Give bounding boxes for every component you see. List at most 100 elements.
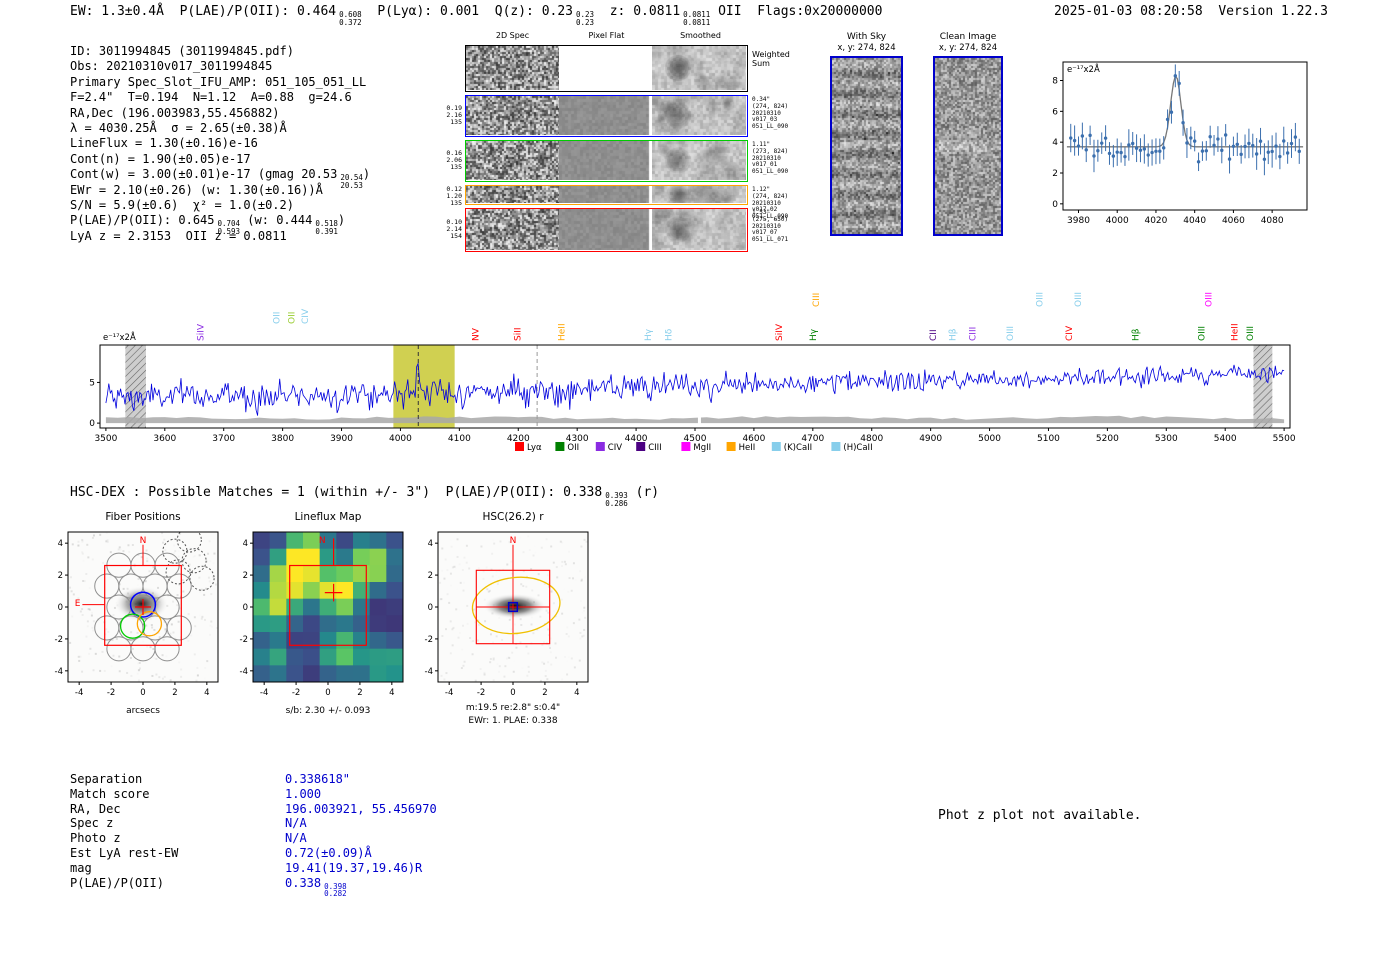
legend-label: (K)CaII [784, 443, 812, 453]
clean-image [935, 58, 1001, 234]
emission-line-label: SiIV [197, 323, 207, 341]
match-field-label: RA, Dec [70, 801, 121, 816]
svg-text:2: 2 [1052, 169, 1058, 179]
spec2d-row-right-labels: 0.34" (274, 824) 20210310 v017_03 051_LL_090 [752, 96, 789, 131]
main-y-axis-ticks: 05 [89, 378, 100, 429]
emission-line-label: NV [471, 327, 481, 341]
svg-text:4: 4 [428, 539, 433, 549]
svg-text:0: 0 [243, 603, 248, 613]
plot-x-ticks: -4 -2 0 2 4 [260, 682, 395, 698]
stacked-confidence-interval: 0.23 0.23 [576, 10, 595, 27]
match-field-value: 1.000 [285, 786, 322, 801]
withsky-coords: x, y: 274, 824 [837, 43, 896, 53]
svg-text:3800: 3800 [271, 434, 294, 444]
emission-line-label: OII [288, 312, 298, 324]
svg-text:4000: 4000 [1106, 216, 1129, 226]
fiber-xlabel: arcsecs [126, 706, 160, 716]
info-line: Cont(n) = 1.90(±0.05)e-17 [70, 151, 251, 166]
inset-spectrum-chart: 3980 4000 4020 4040 4060 4080 0 2 4 6 8 e⁻¹⁷x2Å [1052, 61, 1308, 226]
pixelflat-image [559, 186, 652, 203]
info-line: RA,Dec (196.003983,55.456882) [70, 105, 280, 120]
match-row: P(LAE)/P(OII) 0.338 0.398 0.282 [70, 876, 437, 898]
match-row: Photo z N/A [70, 831, 437, 846]
svg-text:3900: 3900 [330, 434, 353, 444]
plot-y-ticks: -4 -2 0 2 4 [425, 539, 438, 677]
main-spectrum-chart: 3500 3600 3700 3800 3900 4000 4100 4200 4300 4400… [89, 292, 1296, 453]
svg-text:5400: 5400 [1214, 434, 1237, 444]
galaxy-image-blob [482, 593, 547, 620]
withsky-title: With Sky [846, 32, 887, 42]
fiber-positions-plot: N E -4 -2 0 2 4 -4 -2 0 2 4 [55, 531, 219, 698]
spec2d-image [466, 209, 559, 250]
svg-text:8: 8 [1052, 77, 1058, 87]
svg-text:5300: 5300 [1155, 434, 1178, 444]
legend-label: (H)CaII [843, 443, 872, 453]
match-field-label: mag [70, 860, 92, 875]
svg-text:2: 2 [542, 688, 547, 698]
svg-text:4100: 4100 [448, 434, 471, 444]
north-label: N [140, 536, 147, 546]
emission-line-label: OII [273, 312, 283, 324]
east-label: E [75, 599, 81, 609]
fiber-plot-title: Fiber Positions [105, 511, 181, 523]
spec2d-title-2dspec: 2D Spec [495, 31, 530, 40]
svg-text:0: 0 [325, 688, 330, 698]
info-line: P(LAE)/P(OII): 0.645 0.704 0.593 (w: 0.444… [70, 213, 346, 237]
pixelflat-image [559, 96, 652, 135]
svg-text:-4: -4 [55, 667, 63, 677]
inset-units-label: e⁻¹⁷x2Å [1067, 63, 1100, 75]
smoothed-image [652, 209, 746, 250]
hscdex-summary-line: HSC-DEX : Possible Matches = 1 (within +… [70, 485, 660, 508]
svg-text:3600: 3600 [153, 434, 176, 444]
svg-text:4040: 4040 [1183, 216, 1206, 226]
info-line: Primary Spec_Slot_IFU_AMP: 051_105_051_L… [70, 74, 367, 89]
match-field-value: 19.41(19.37,19.46)R [285, 860, 423, 875]
spec2d-row [465, 208, 748, 252]
emission-line-label: Hβ [948, 328, 958, 341]
svg-text:-2: -2 [425, 635, 433, 645]
pixelflat-image [559, 46, 652, 90]
svg-text:-2: -2 [107, 688, 115, 698]
withsky-cutout [830, 56, 903, 236]
lineflux-heatmap-cells [253, 532, 403, 682]
spectrum-trace [105, 362, 1285, 416]
plot-y-ticks: -4 -2 0 2 4 [240, 539, 253, 677]
info-line: Obs: 20210310v017_3011994845 [70, 59, 273, 74]
spec2d-row-right-labels: 1.53" (275, 650) 20210310 v017_07 051_LL_071 [752, 209, 789, 244]
legend-swatch [636, 442, 646, 451]
withsky-image [832, 58, 901, 234]
emission-line-label: HeII [557, 323, 567, 341]
edge-mask-band [125, 345, 146, 428]
detection-highlight-band [393, 345, 455, 428]
emission-line-label: SiIV [775, 323, 785, 341]
svg-text:-4: -4 [445, 688, 453, 698]
spec2d-row-left-labels: 0.19 2.16 135 [446, 104, 462, 127]
svg-text:2: 2 [428, 571, 433, 581]
emission-line-label: CIII [812, 293, 822, 307]
svg-text:5200: 5200 [1096, 434, 1119, 444]
legend-label: MgII [693, 443, 711, 453]
north-label: N [510, 536, 517, 546]
match-field-value: N/A [285, 831, 307, 846]
hsc-sub2: EWr: 1. PLAE: 0.338 [468, 716, 558, 726]
weighted-sum-label: Weighted Sum [752, 50, 790, 68]
svg-text:0: 0 [1052, 200, 1058, 210]
emission-line-label: CIV [301, 308, 311, 324]
svg-text:4080: 4080 [1261, 216, 1284, 226]
legend-label: Lyα [527, 443, 542, 453]
svg-text:4: 4 [243, 539, 248, 549]
info-line: Cont(w) = 3.00(±0.01)e-17 (gmag 20.53 20.… [70, 167, 371, 190]
stacked-confidence-interval: 0.0811 0.0811 [683, 10, 711, 27]
svg-text:4: 4 [389, 688, 394, 698]
legend-swatch [681, 442, 691, 451]
spec2d-image [466, 46, 559, 90]
match-field-value: 196.003921, 55.456970 [285, 801, 437, 816]
lineflux-subtitle: s/b: 2.30 +/- 0.093 [285, 706, 371, 716]
svg-text:-2: -2 [477, 688, 485, 698]
match-row: Separation 0.338618" [70, 772, 437, 787]
svg-text:-4: -4 [75, 688, 83, 698]
elixer-detection-report: EW: 1.3±0.4Å P(LAE)/P(OII): 0.464 0.608 0.… [0, 0, 1400, 953]
smoothed-image [652, 186, 746, 203]
emission-line-label: OIII [1246, 326, 1256, 341]
legend-swatch [515, 442, 524, 451]
